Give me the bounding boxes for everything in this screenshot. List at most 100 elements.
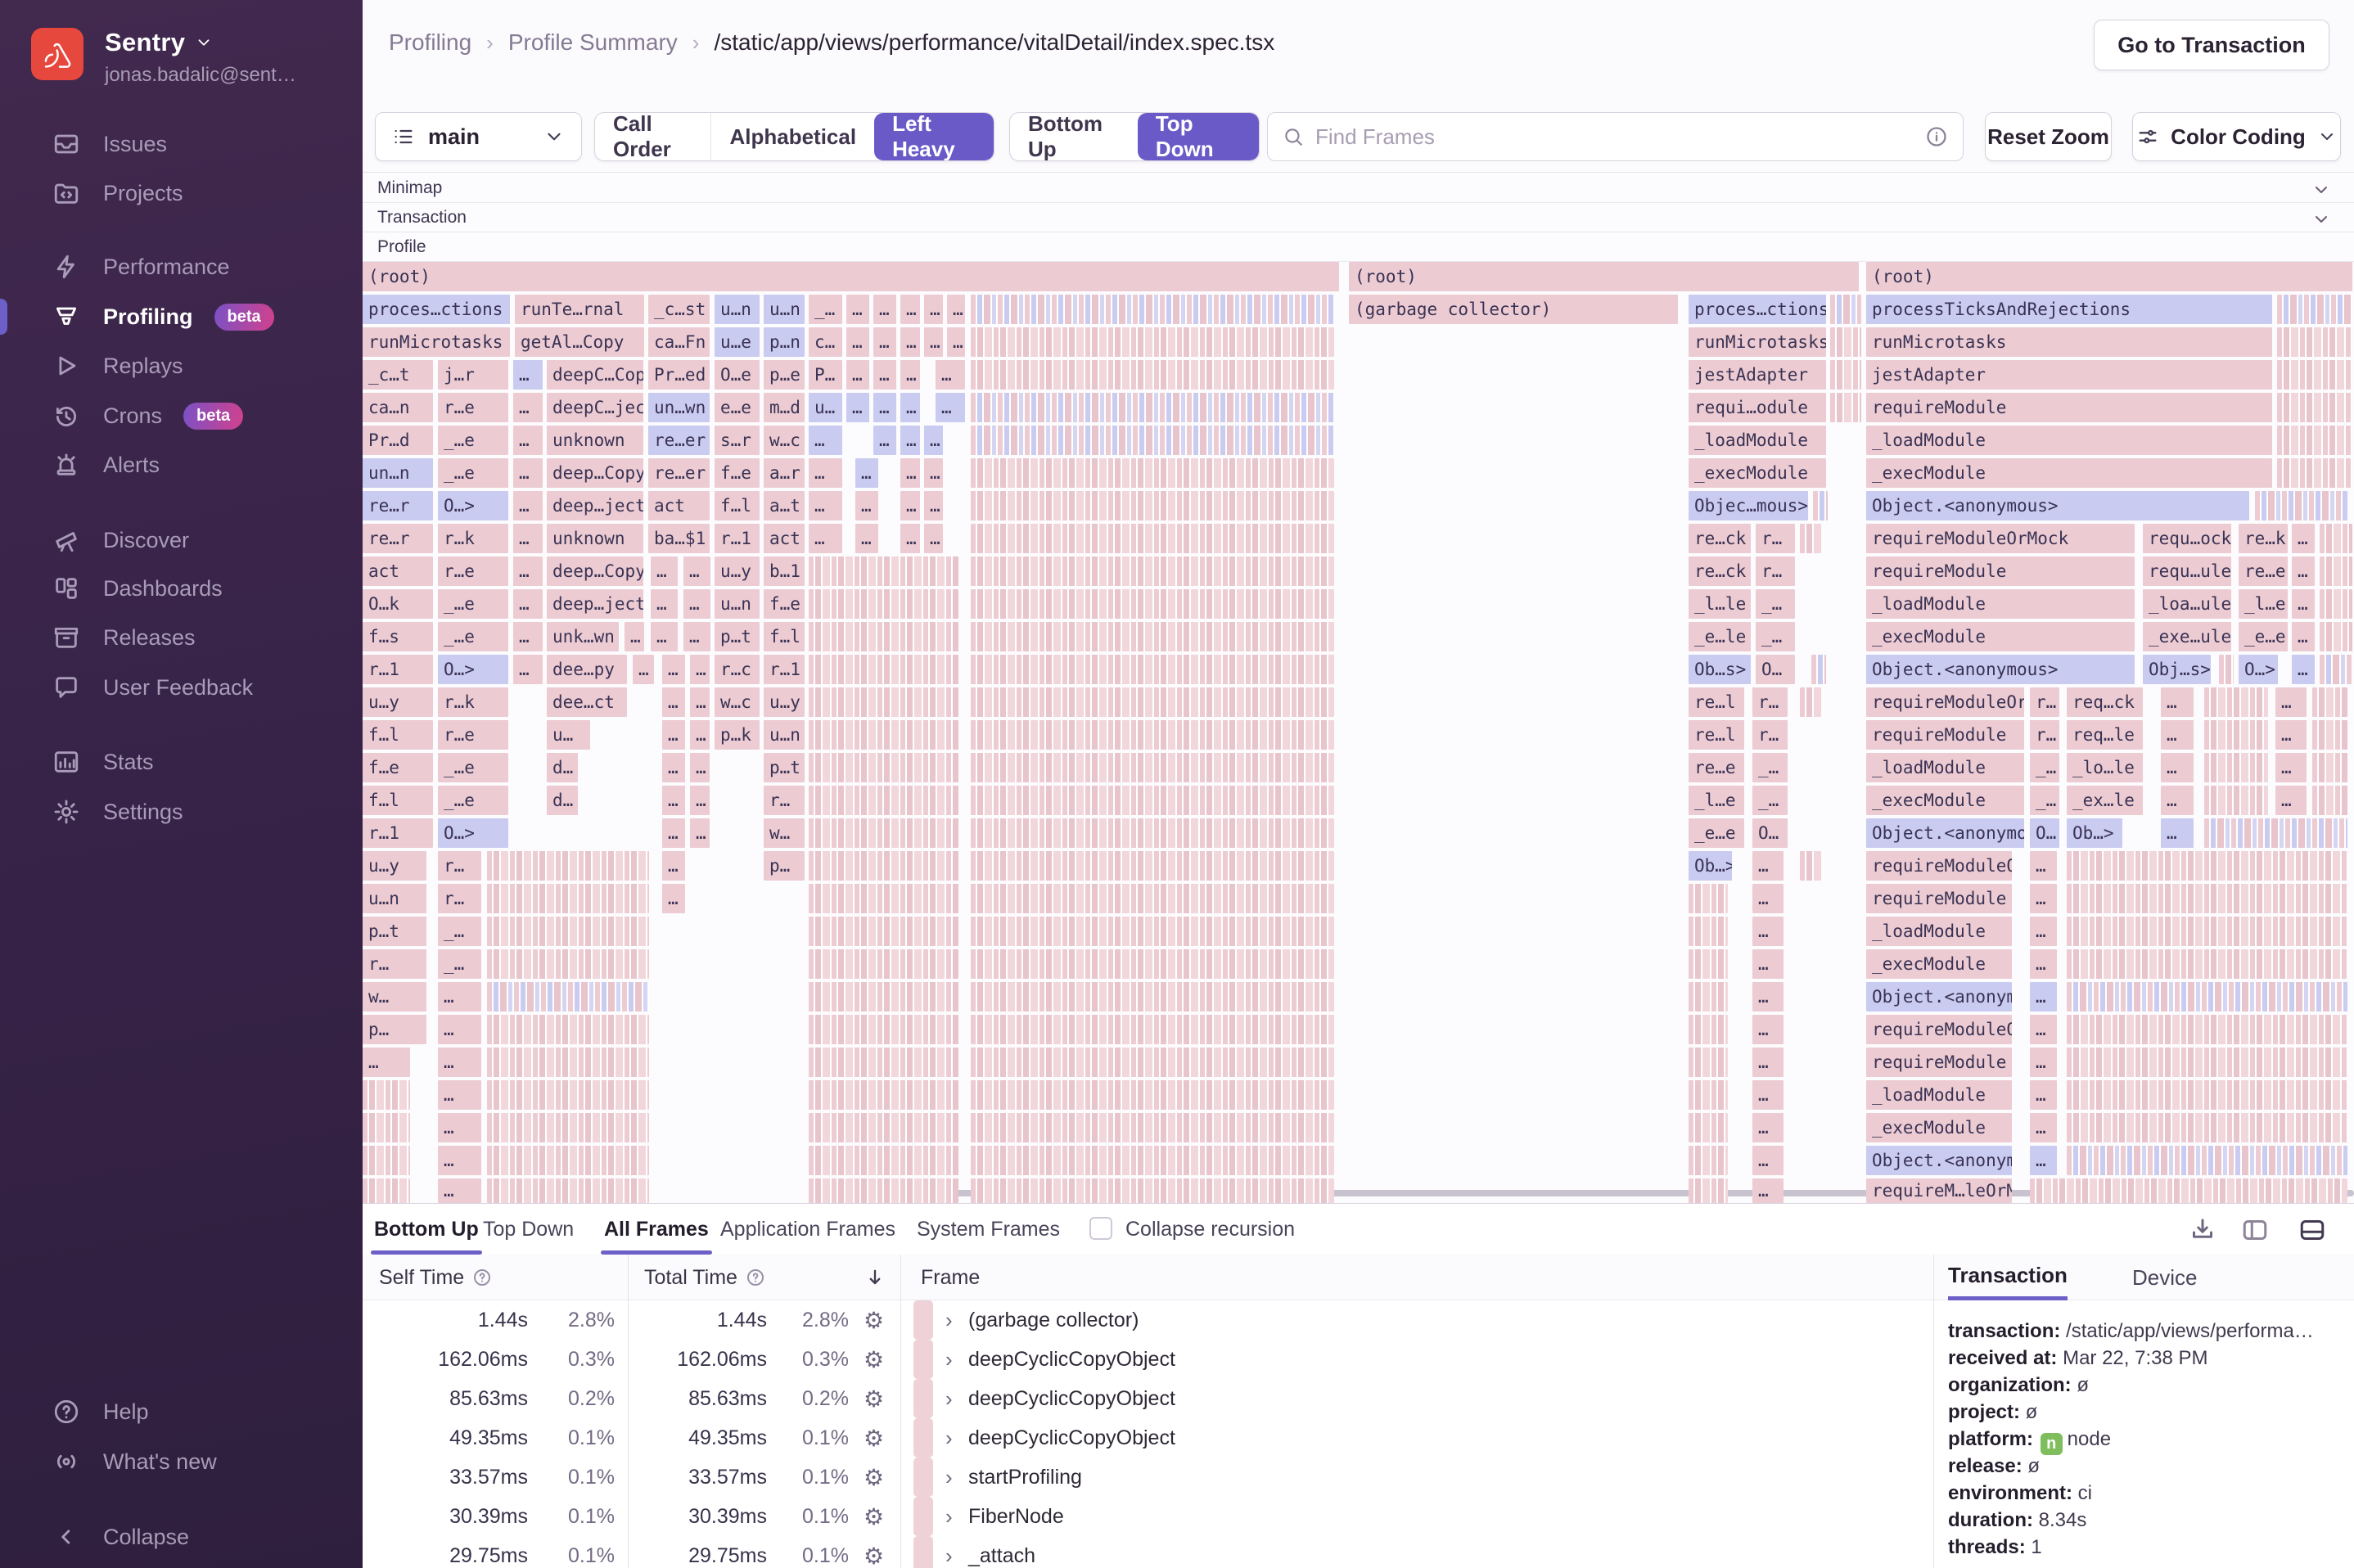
frame-table-row[interactable]: 162.06ms 0.3% 162.06ms 0.3% ⚙ › deepCyclicCopy… <box>363 1340 1933 1379</box>
flame-frame[interactable]: (root) <box>363 262 1339 291</box>
flame-frame[interactable]: re…er <box>648 426 710 455</box>
flame-frame[interactable]: unknown <box>547 524 643 553</box>
flame-frame[interactable]: f…l <box>715 491 760 520</box>
flame-frame[interactable]: deepC…ject <box>547 393 643 422</box>
flame-frame[interactable]: runMicrotasks <box>1689 327 1826 357</box>
flame-frame[interactable]: _execModule <box>1866 1113 2012 1142</box>
flame-frames-dense[interactable] <box>971 1048 1334 1077</box>
download-icon[interactable] <box>2188 1215 2217 1245</box>
flame-frame[interactable]: u…n <box>715 589 760 619</box>
flame-frame[interactable]: … <box>900 295 920 324</box>
flame-frame[interactable]: … <box>2275 753 2307 782</box>
flame-frame[interactable]: w…c <box>764 426 805 455</box>
section-header-profile[interactable]: Profile <box>363 232 2354 262</box>
flame-frames-dense[interactable] <box>809 818 958 848</box>
flame-frame[interactable]: … <box>846 393 869 422</box>
flame-frame[interactable]: _lo…le <box>2067 753 2143 782</box>
flame-frame[interactable]: … <box>1752 917 1784 946</box>
gear-icon[interactable]: ⚙ <box>864 1418 884 1458</box>
flame-frame[interactable]: _loadModule <box>1866 589 2135 619</box>
segment-alphabetical[interactable]: Alphabetical <box>710 113 874 160</box>
flame-frame[interactable]: req…le <box>2067 720 2143 750</box>
flame-frame[interactable]: _execModule <box>1866 458 2272 488</box>
flame-frames-dense[interactable] <box>2204 753 2268 782</box>
flame-frame[interactable]: requ…ule <box>2143 556 2231 586</box>
flame-frame[interactable]: … <box>513 426 543 455</box>
color-coding-button[interactable]: Color Coding <box>2132 112 2341 161</box>
flame-frame[interactable]: … <box>513 458 543 488</box>
sidebar-item-stats[interactable]: Stats <box>0 737 363 786</box>
flame-frames-dense[interactable] <box>487 1113 649 1142</box>
flame-frame[interactable]: O…k <box>363 589 433 619</box>
flame-frame[interactable]: … <box>809 491 842 520</box>
flame-frames-dense[interactable] <box>363 1113 410 1142</box>
segment-left-heavy[interactable]: Left Heavy <box>874 113 994 160</box>
flame-frame[interactable]: O… <box>1756 655 1795 684</box>
flame-frame[interactable]: processTicksAndRejections <box>1866 295 2272 324</box>
flame-frame[interactable]: … <box>513 556 543 586</box>
flame-frames-dense[interactable] <box>1689 1178 1728 1203</box>
flame-frame[interactable]: … <box>1752 1080 1784 1110</box>
flame-frame[interactable]: requireModule <box>1866 720 2024 750</box>
flame-frame[interactable]: O…> <box>438 655 508 684</box>
flame-frame[interactable]: a…t <box>764 491 805 520</box>
flame-frame[interactable]: … <box>662 786 685 815</box>
flame-frames-dense[interactable] <box>1689 1080 1728 1110</box>
flame-frames-dense[interactable] <box>809 1015 958 1044</box>
flame-frame[interactable]: … <box>900 458 920 488</box>
flame-frame[interactable]: p… <box>363 1015 426 1044</box>
flame-frame[interactable]: … <box>2292 622 2315 651</box>
flame-frame[interactable]: getAl…Copy <box>515 327 644 357</box>
segment-call-order[interactable]: Call Order <box>595 113 710 160</box>
flame-frame[interactable]: f…l <box>363 786 433 815</box>
flame-frames-dense[interactable] <box>2204 720 2268 750</box>
flame-frame[interactable]: b…1 <box>764 556 805 586</box>
flame-frames-dense[interactable] <box>809 655 958 684</box>
chevron-right-icon[interactable]: › <box>945 1418 953 1458</box>
breadcrumb-item[interactable]: Profiling <box>389 29 471 56</box>
flame-frame[interactable]: r… <box>363 949 426 979</box>
reset-zoom-button[interactable]: Reset Zoom <box>1985 112 2112 161</box>
flame-frame[interactable]: p…t <box>715 622 760 651</box>
frame-table-row[interactable]: 29.75ms 0.1% 29.75ms 0.1% ⚙ › _attach <box>363 1536 1933 1568</box>
flame-frame[interactable]: _e…e <box>2239 622 2288 651</box>
flame-frame[interactable]: _… <box>2030 753 2059 782</box>
flame-frame[interactable]: … <box>662 753 685 782</box>
flame-frames-dense[interactable] <box>971 786 1334 815</box>
sidebar-item-crons[interactable]: Crons beta <box>0 391 363 440</box>
flame-frames-dense[interactable] <box>809 556 958 586</box>
flame-frame[interactable]: … <box>2161 818 2194 848</box>
sidebar-item-issues[interactable]: Issues <box>0 119 363 169</box>
flame-frames-dense[interactable] <box>809 851 958 881</box>
flame-frame[interactable]: … <box>438 1080 481 1110</box>
flame-frames-dense[interactable] <box>2067 1048 2347 1077</box>
frame-table-row[interactable]: 85.63ms 0.2% 85.63ms 0.2% ⚙ › deepCyclicCopyOb… <box>363 1379 1933 1418</box>
flame-frames-dense[interactable] <box>971 295 1334 324</box>
flame-frame[interactable]: re…e <box>2239 556 2288 586</box>
flame-frame[interactable]: … <box>855 524 878 553</box>
flame-frame[interactable]: O…> <box>438 818 508 848</box>
flame-frame[interactable]: O…e <box>715 360 760 390</box>
flame-frames-dense[interactable] <box>487 1146 649 1175</box>
flame-frame[interactable]: requireModuleOrMock <box>1866 687 2024 717</box>
flame-frame[interactable]: … <box>690 818 710 848</box>
flame-frame[interactable]: un…n <box>363 458 433 488</box>
flame-frame[interactable]: s…r <box>715 426 760 455</box>
flame-frame[interactable]: requireModule <box>1866 393 2272 422</box>
flame-frame[interactable]: deep…Copy <box>547 458 643 488</box>
flame-frames-dense[interactable] <box>2067 982 2347 1012</box>
flame-frames-dense[interactable] <box>971 982 1334 1012</box>
flame-frame[interactable]: Obj…s> <box>2143 655 2211 684</box>
flame-frame[interactable]: Object.<anonymous> <box>1866 1146 2012 1175</box>
flame-frame[interactable]: dee…ct <box>547 687 627 717</box>
flame-frames-dense[interactable] <box>1689 949 1728 979</box>
flame-frame[interactable]: _loadModule <box>1689 426 1826 455</box>
tab-bottom-up[interactable]: Bottom Up <box>371 1204 482 1255</box>
flame-frame[interactable]: _…e <box>438 426 508 455</box>
frame-header[interactable]: Frame <box>921 1255 980 1300</box>
flame-frame[interactable]: … <box>438 1048 481 1077</box>
flame-frame[interactable]: w…c <box>715 687 760 717</box>
flame-frame[interactable]: r… <box>1756 524 1795 553</box>
flame-frame[interactable]: r… <box>438 851 481 881</box>
flame-frame[interactable]: runMicrotasks <box>1866 327 2272 357</box>
